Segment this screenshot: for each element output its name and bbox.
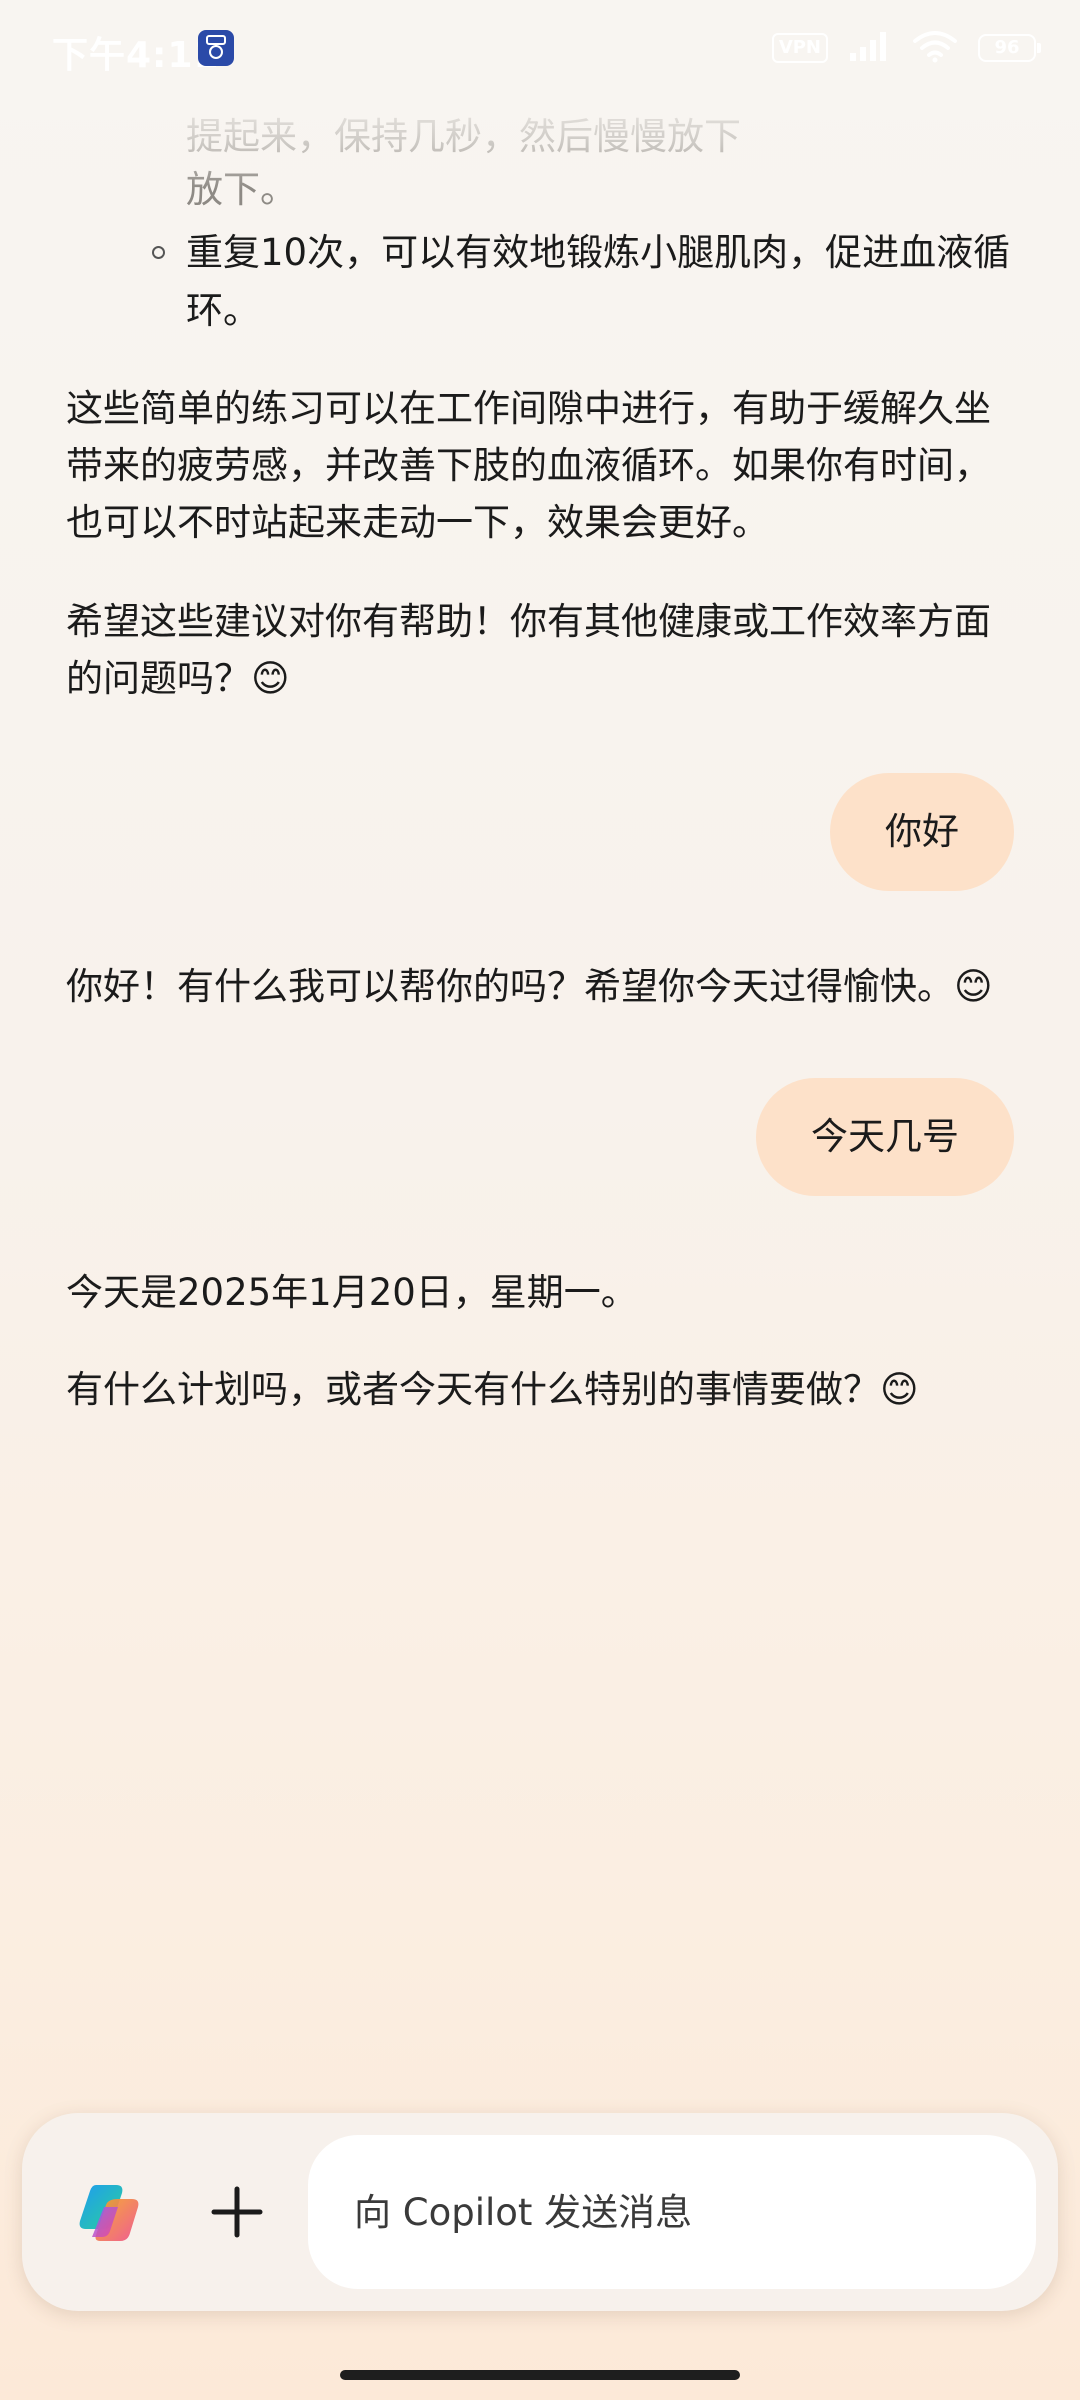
status-icons: VPN 96 [752, 28, 1041, 68]
message-composer [22, 2113, 1058, 2311]
assistant-message: 你好！有什么我可以帮你的吗？希望你今天过得愉快。😊 [66, 965, 993, 1008]
bullet-item-line: 重复10次，可以有效地锻炼小腿肌肉，促进血液循 [186, 231, 1011, 274]
status-time: 下午4:11 [52, 35, 220, 76]
chat-transcript[interactable]: 提起来，保持几秒，然后慢慢放下 放下。 重复10次，可以有效地锻炼小腿肌肉，促进… [0, 0, 1080, 2100]
wifi-icon [912, 29, 958, 67]
app-badge-icon [198, 30, 234, 66]
signal-icon [848, 29, 892, 67]
assistant-paragraph-line: 也可以不时站起来走动一下，效果会更好。 [66, 501, 769, 544]
battery-icon: 96 [978, 34, 1041, 62]
copilot-logo-icon[interactable] [74, 2177, 146, 2249]
home-indicator[interactable] [340, 2370, 740, 2380]
assistant-paragraph-line: 的问题吗？😊 [66, 657, 290, 700]
assistant-message: 有什么计划吗，或者今天有什么特别的事情要做？😊 [66, 1368, 919, 1411]
vpn-icon: VPN [771, 33, 828, 63]
assistant-paragraph-line: 希望这些建议对你有帮助！你有其他健康或工作效率方面 [66, 600, 991, 643]
prev-message-line: 放下。 [186, 168, 297, 211]
user-message-bubble[interactable]: 你好 [830, 773, 1014, 891]
bullet-item-line: 环。 [186, 289, 260, 332]
status-bar: 下午4:11 VPN 96 [0, 0, 1080, 96]
prev-message-line: 提起来，保持几秒，然后慢慢放下 [186, 115, 741, 158]
message-input[interactable] [308, 2135, 1036, 2289]
user-message-bubble[interactable]: 今天几号 [756, 1078, 1014, 1196]
assistant-message: 今天是2025年1月20日，星期一。 [66, 1271, 638, 1314]
add-attachment-button[interactable] [200, 2175, 274, 2249]
plus-icon [211, 2186, 263, 2238]
assistant-paragraph-line: 这些简单的练习可以在工作间隙中进行，有助于缓解久坐 [66, 387, 991, 430]
assistant-paragraph-line: 带来的疲劳感，并改善下肢的血液循环。如果你有时间， [66, 444, 991, 487]
bullet-circle-icon [152, 246, 165, 259]
